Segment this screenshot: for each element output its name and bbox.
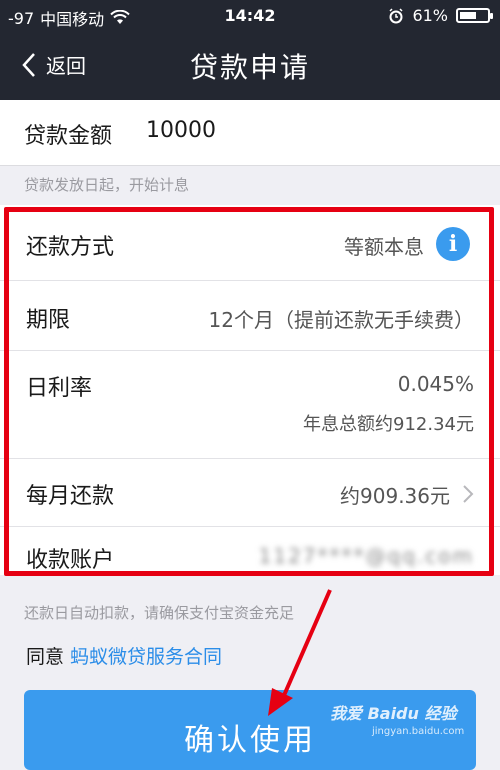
top-bar: -97 中国移动 14:42 61% 返回 贷款申请 bbox=[0, 0, 500, 100]
receiving-account-row: 收款账户 1127****@qq.com bbox=[0, 526, 500, 575]
interest-hint: 贷款发放日起，开始计息 bbox=[24, 176, 190, 194]
receiving-account-label: 收款账户 bbox=[26, 548, 115, 573]
term-label: 期限 bbox=[26, 308, 71, 333]
loan-amount-row: 贷款金额 bbox=[0, 100, 500, 166]
battery-icon bbox=[456, 8, 493, 23]
loan-amount-label: 贷款金额 bbox=[24, 124, 113, 149]
monthly-payment-label: 每月还款 bbox=[26, 484, 115, 509]
loan-details: 还款方式 等额本息 i 期限 12个月（提前还款无手续费） 日利率 0.045%… bbox=[0, 205, 500, 575]
monthly-payment-value: 约909.36元 bbox=[340, 484, 450, 508]
alarm-icon bbox=[389, 7, 403, 23]
loan-amount-input[interactable] bbox=[146, 114, 446, 147]
annual-interest-total: 年息总额约912.34元 bbox=[303, 414, 474, 435]
receiving-account-value: 1127****@qq.com bbox=[258, 544, 474, 568]
status-bar: -97 中国移动 14:42 61% bbox=[0, 0, 500, 32]
monthly-payment-row[interactable]: 每月还款 约909.36元 bbox=[0, 458, 500, 527]
chevron-right-icon bbox=[463, 485, 474, 503]
battery-percent: 61% bbox=[412, 6, 448, 25]
daily-rate-row: 日利率 0.045% 年息总额约912.34元 bbox=[0, 350, 500, 459]
daily-rate-label: 日利率 bbox=[26, 376, 93, 401]
battery-fill bbox=[460, 12, 476, 19]
auto-debit-hint: 还款日自动扣款，请确保支付宝资金充足 bbox=[24, 604, 295, 622]
term-row: 期限 12个月（提前还款无手续费） bbox=[0, 280, 500, 351]
repay-method-label: 还款方式 bbox=[26, 235, 115, 260]
status-right: 61% bbox=[388, 6, 493, 25]
info-icon[interactable]: i bbox=[436, 227, 470, 261]
term-value: 12个月（提前还款无手续费） bbox=[208, 308, 474, 332]
repay-method-row: 还款方式 等额本息 i bbox=[0, 205, 500, 281]
daily-rate-value: 0.045% bbox=[397, 372, 474, 396]
agreement-prefix: 同意 bbox=[26, 646, 71, 668]
page-title: 贷款申请 bbox=[189, 51, 310, 84]
nav-bar: 返回 贷款申请 bbox=[0, 32, 500, 100]
agreement-line: 同意 蚂蚁微贷服务合同 bbox=[26, 642, 222, 669]
service-contract-link[interactable]: 蚂蚁微贷服务合同 bbox=[70, 646, 222, 668]
watermark-text: 我爱 Baidu 经验 bbox=[330, 704, 457, 723]
repay-method-value: 等额本息 bbox=[344, 235, 424, 259]
watermark-url: jingyan.baidu.com bbox=[372, 726, 465, 737]
